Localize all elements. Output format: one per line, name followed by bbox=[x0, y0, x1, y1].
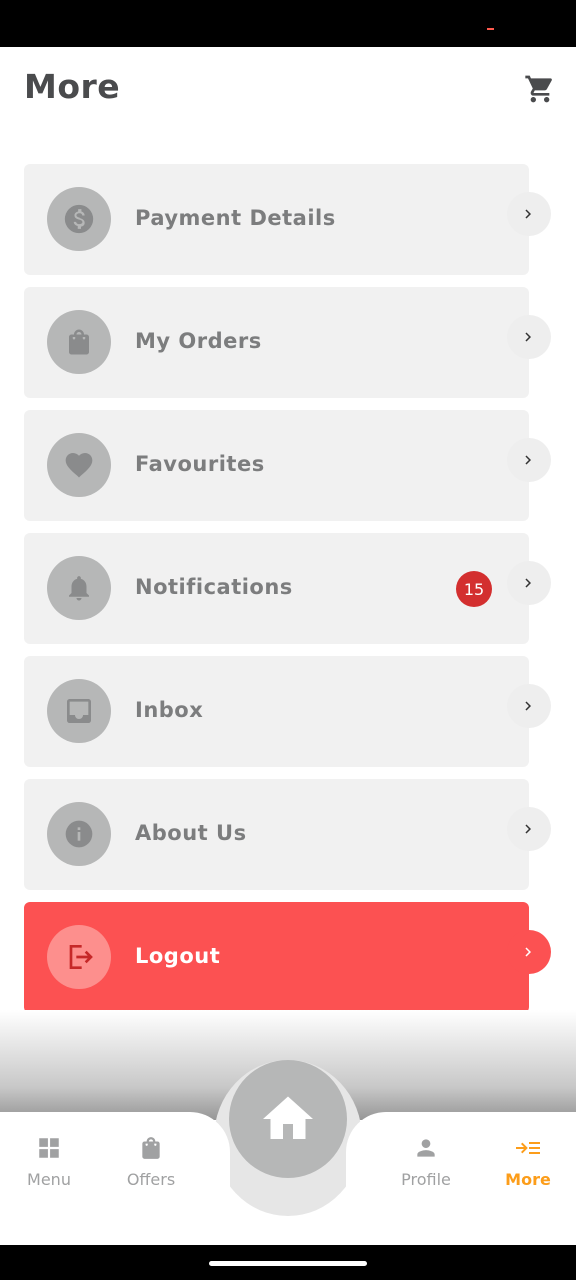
chevron-right-button[interactable] bbox=[507, 438, 551, 482]
more-menu-icon bbox=[516, 1142, 540, 1154]
menu-item-payment-details[interactable]: Payment Details bbox=[24, 164, 551, 275]
chevron-right-button[interactable] bbox=[507, 561, 551, 605]
orders-icon-circle bbox=[47, 310, 111, 374]
status-bar bbox=[0, 0, 576, 47]
nav-item-profile[interactable]: Profile bbox=[381, 1134, 471, 1189]
menu-item-notifications[interactable]: Notifications 15 bbox=[24, 533, 551, 644]
shopping-bag-icon bbox=[142, 1137, 160, 1159]
inbox-icon bbox=[67, 699, 91, 723]
menu-item-label: Inbox bbox=[135, 698, 204, 722]
menu-item-label: Logout bbox=[135, 944, 221, 968]
notifications-icon-circle bbox=[47, 556, 111, 620]
chevron-right-icon bbox=[525, 701, 531, 711]
dollar-icon bbox=[64, 204, 94, 234]
chevron-right-icon bbox=[525, 578, 531, 588]
nav-item-more[interactable]: More bbox=[483, 1134, 573, 1189]
bottom-nav: Menu Offers Profile More bbox=[0, 1060, 576, 1245]
chevron-right-icon bbox=[525, 824, 531, 834]
menu-item-my-orders[interactable]: My Orders bbox=[24, 287, 551, 398]
chevron-right-icon bbox=[525, 947, 531, 957]
menu-item-favourites[interactable]: Favourites bbox=[24, 410, 551, 521]
home-gesture-handle[interactable] bbox=[209, 1261, 367, 1266]
favourites-icon-circle bbox=[47, 433, 111, 497]
about-icon-circle bbox=[47, 802, 111, 866]
logout-icon-circle bbox=[47, 925, 111, 989]
notification-count-badge: 15 bbox=[456, 571, 492, 607]
menu-item-label: Favourites bbox=[135, 452, 265, 476]
chevron-right-button[interactable] bbox=[507, 192, 551, 236]
menu-item-about-us[interactable]: About Us bbox=[24, 779, 551, 890]
menu-item-label: Payment Details bbox=[135, 206, 336, 230]
chevron-right-icon bbox=[525, 455, 531, 465]
chevron-right-button[interactable] bbox=[507, 807, 551, 851]
person-icon bbox=[417, 1139, 435, 1157]
chevron-right-button[interactable] bbox=[507, 930, 551, 974]
nav-item-offers[interactable]: Offers bbox=[106, 1134, 196, 1189]
page-title: More bbox=[24, 67, 121, 106]
chevron-right-button[interactable] bbox=[507, 315, 551, 359]
logout-icon bbox=[69, 945, 93, 969]
chevron-right-icon bbox=[525, 209, 531, 219]
status-indicator bbox=[487, 28, 494, 30]
menu-item-inbox[interactable]: Inbox bbox=[24, 656, 551, 767]
cart-icon bbox=[525, 75, 552, 103]
nav-label: Offers bbox=[126, 1170, 176, 1189]
menu-item-label: Notifications bbox=[135, 575, 293, 599]
gesture-bar bbox=[0, 1245, 576, 1280]
payment-icon-circle bbox=[47, 187, 111, 251]
nav-label: Menu bbox=[27, 1170, 71, 1189]
nav-item-menu[interactable]: Menu bbox=[4, 1134, 94, 1189]
menu-item-label: About Us bbox=[135, 821, 247, 845]
grid-icon bbox=[39, 1138, 59, 1158]
nav-label: Profile bbox=[401, 1170, 451, 1189]
inbox-icon-circle bbox=[47, 679, 111, 743]
header: More bbox=[0, 47, 576, 137]
heart-icon bbox=[65, 453, 93, 478]
chevron-right-button[interactable] bbox=[507, 684, 551, 728]
menu-item-logout[interactable]: Logout bbox=[24, 902, 551, 1013]
home-button[interactable] bbox=[229, 1060, 347, 1178]
menu-list: Payment Details My Orders Favourites Not… bbox=[24, 164, 554, 1025]
shopping-bag-icon bbox=[69, 329, 89, 355]
nav-label: More bbox=[505, 1170, 551, 1189]
chevron-right-icon bbox=[525, 332, 531, 342]
home-icon bbox=[263, 1096, 313, 1139]
cart-button[interactable] bbox=[524, 73, 556, 105]
menu-item-label: My Orders bbox=[135, 329, 262, 353]
bell-icon bbox=[69, 576, 89, 601]
info-icon bbox=[65, 820, 93, 848]
